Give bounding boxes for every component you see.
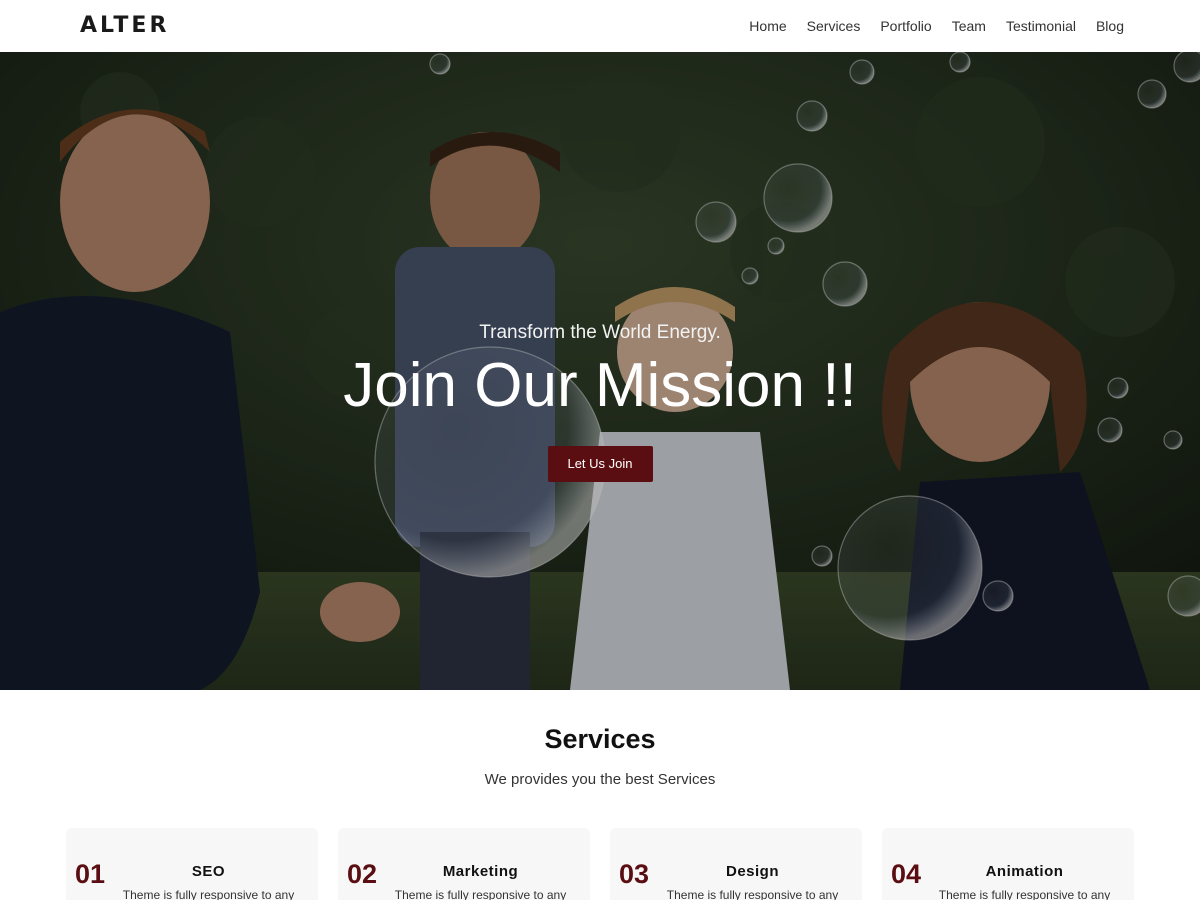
main-nav: Home Services Portfolio Team Testimonial…	[749, 16, 1124, 36]
services-subtitle: We provides you the best Services	[484, 771, 716, 788]
service-card-design[interactable]: 03 Design Theme is fully responsive to a…	[610, 828, 862, 900]
service-title: Design	[725, 863, 779, 880]
nav-team[interactable]: Team	[952, 16, 986, 36]
hero-section: Transform the World Energy. Join Our Mis…	[0, 52, 1200, 690]
hero-content: Transform the World Energy. Join Our Mis…	[0, 320, 1200, 482]
service-card-seo[interactable]: 01 SEO Theme is fully responsive to any	[66, 828, 318, 900]
service-title: Marketing	[442, 863, 519, 880]
service-number: 02	[347, 859, 378, 889]
nav-portfolio[interactable]: Portfolio	[880, 16, 931, 36]
nav-blog[interactable]: Blog	[1096, 16, 1124, 36]
site-logo[interactable]: ALTER	[80, 13, 169, 39]
service-number: 01	[75, 859, 106, 889]
service-description: Theme is fully responsive to any	[666, 888, 839, 900]
service-title: Animation	[985, 863, 1064, 880]
nav-testimonial[interactable]: Testimonial	[1006, 16, 1076, 36]
service-title: SEO	[191, 863, 226, 880]
service-card-marketing[interactable]: 02 Marketing Theme is fully responsive t…	[338, 828, 590, 900]
service-description: Theme is fully responsive to any	[122, 888, 295, 900]
hero-subtitle: Transform the World Energy.	[479, 322, 721, 343]
service-card-animation[interactable]: 04 Animation Theme is fully responsive t…	[882, 828, 1134, 900]
service-number: 03	[619, 859, 650, 889]
nav-services[interactable]: Services	[807, 16, 861, 36]
services-heading: Services	[544, 724, 656, 754]
hero-title: Join Our Mission !!	[343, 351, 857, 420]
service-description: Theme is fully responsive to any	[938, 888, 1111, 900]
service-description: Theme is fully responsive to any	[394, 888, 567, 900]
site-header: ALTER Home Services Portfolio Team Testi…	[0, 0, 1200, 52]
nav-home[interactable]: Home	[749, 16, 786, 36]
join-button[interactable]: Let Us Join	[547, 446, 653, 482]
service-number: 04	[891, 859, 922, 889]
